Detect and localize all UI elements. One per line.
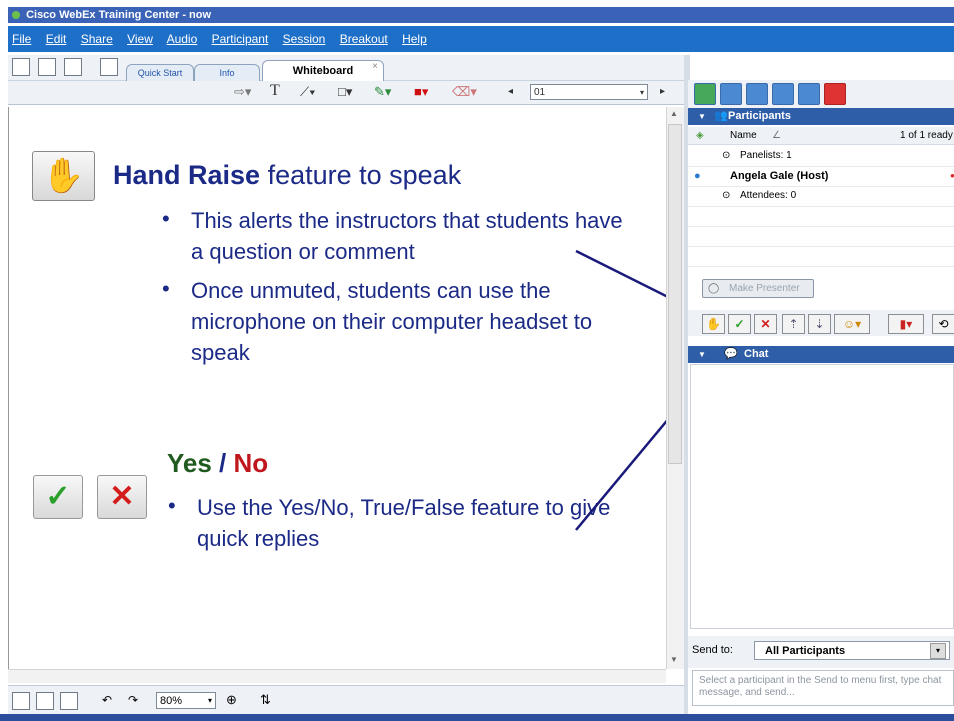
video-panel-icon[interactable] bbox=[798, 83, 820, 105]
chevron-down-icon: ▾ bbox=[930, 643, 946, 659]
panel-selector-bar bbox=[688, 80, 954, 108]
send-to-row: Send to: All Participants ▾ bbox=[688, 636, 954, 668]
panelists-group-row[interactable]: ⊙ Panelists: 1 bbox=[688, 146, 954, 167]
presenter-ball-icon: ◯ bbox=[708, 283, 720, 294]
participants-header[interactable]: ▼ 👥 Participants bbox=[688, 108, 954, 125]
rotate-left-icon[interactable]: ↶ bbox=[102, 693, 112, 707]
rotate-right-icon[interactable]: ↷ bbox=[128, 693, 138, 707]
clear-feedback-button[interactable]: ⟲ bbox=[932, 314, 954, 334]
layout-split-icon[interactable] bbox=[60, 692, 78, 710]
attendees-label: Attendees: 0 bbox=[740, 190, 797, 201]
zoom-in-icon[interactable]: ⊕ bbox=[226, 692, 237, 708]
chat-header[interactable]: ▼ 💬 Chat bbox=[688, 346, 954, 363]
sync-display-icon[interactable]: ⇅ bbox=[260, 692, 271, 708]
audio-indicator-icon: ● bbox=[950, 171, 954, 180]
expand-icon: ⊙ bbox=[722, 190, 731, 201]
empty-row bbox=[688, 246, 954, 267]
participants-icon: 👥 bbox=[714, 110, 728, 122]
send-to-select[interactable]: All Participants ▾ bbox=[754, 641, 950, 660]
zoom-selector[interactable]: 80% ▾ bbox=[156, 692, 216, 709]
sort-icon: ∠ bbox=[772, 130, 781, 141]
empty-row bbox=[688, 206, 954, 227]
attendees-group-row[interactable]: ⊙ Attendees: 0 bbox=[688, 186, 954, 207]
name-column-label[interactable]: Name bbox=[730, 127, 757, 145]
host-row[interactable]: ● Angela Gale (Host) ● bbox=[688, 166, 954, 187]
chat-message-input[interactable]: Select a participant in the Send to menu… bbox=[692, 670, 954, 706]
layout-thumbnails-icon[interactable] bbox=[36, 692, 54, 710]
qa-panel-icon[interactable] bbox=[746, 83, 768, 105]
go-faster-button[interactable]: ⇣ bbox=[808, 314, 831, 334]
chevron-down-icon: ▾ bbox=[207, 696, 212, 705]
vertical-scroll-thumb[interactable] bbox=[668, 124, 682, 464]
scroll-down-icon[interactable]: ▼ bbox=[670, 655, 678, 664]
make-presenter-label: Make Presenter bbox=[729, 283, 800, 294]
chat-title: Chat bbox=[744, 348, 769, 360]
participants-column-header: ◈ Name ∠ 1 of 1 ready bbox=[688, 127, 954, 145]
feedback-toolbar: ✋ ✓ ✕ ⇡ ⇣ ☺▾ ▮▾ ⟲ bbox=[688, 310, 954, 336]
yes-button[interactable]: ✓ bbox=[728, 314, 751, 334]
window-bottom-border bbox=[0, 714, 954, 721]
participants-panel-icon[interactable] bbox=[694, 83, 716, 105]
collapse-icon[interactable]: ▼ bbox=[698, 346, 706, 363]
participants-title: Participants bbox=[728, 110, 791, 122]
polling-button[interactable]: ▮▾ bbox=[888, 314, 924, 334]
zoom-value: 80% bbox=[160, 695, 183, 707]
chat-history bbox=[690, 364, 954, 629]
go-slower-button[interactable]: ⇡ bbox=[782, 314, 805, 334]
host-name: Angela Gale (Host) bbox=[730, 170, 829, 182]
ready-count: 1 of 1 ready bbox=[900, 130, 953, 141]
emoticon-button[interactable]: ☺▾ bbox=[834, 314, 870, 334]
send-to-label: Send to: bbox=[692, 644, 733, 656]
raise-hand-button[interactable]: ✋ bbox=[702, 314, 725, 334]
bottom-toolbar: ↶ ↷ 80% ▾ ⊕ ⇅ bbox=[8, 685, 688, 715]
polling-panel-icon[interactable] bbox=[772, 83, 794, 105]
no-button[interactable]: ✕ bbox=[754, 314, 777, 334]
status-column-icon: ◈ bbox=[696, 130, 704, 141]
host-status-icon: ● bbox=[694, 170, 701, 182]
panelists-label: Panelists: 1 bbox=[740, 150, 792, 161]
chat-panel-icon[interactable] bbox=[720, 83, 742, 105]
layout-single-icon[interactable] bbox=[12, 692, 30, 710]
record-panel-icon[interactable] bbox=[824, 83, 846, 105]
scroll-up-icon[interactable]: ▲ bbox=[670, 109, 678, 118]
make-presenter-button[interactable]: ◯ Make Presenter bbox=[702, 279, 814, 298]
send-to-value: All Participants bbox=[765, 645, 846, 657]
empty-row bbox=[688, 226, 954, 247]
collapse-icon[interactable]: ▼ bbox=[698, 108, 706, 125]
horizontal-scrollbar[interactable] bbox=[8, 669, 666, 683]
chat-bubble-icon: 💬 bbox=[724, 348, 738, 360]
expand-icon: ⊙ bbox=[722, 150, 731, 161]
